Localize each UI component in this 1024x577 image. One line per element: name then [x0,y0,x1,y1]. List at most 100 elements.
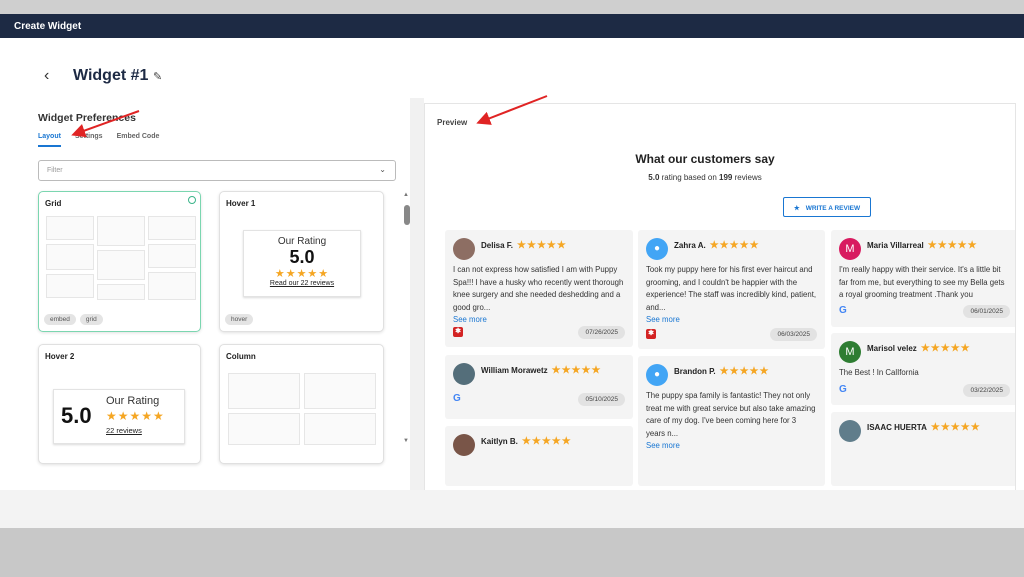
star-rating: ★★★★★ [274,268,330,280]
review-card: ● Zahra A. ★★★★★ Took my puppy here for h… [638,230,825,349]
rating-label: Our Rating [277,236,327,247]
thumbnail-review [46,216,94,240]
review-text: I'm really happy with their service. It'… [839,265,1005,299]
rating-badge-preview: 5.0 Our Rating ★★★★★ 22 reviews [53,389,185,444]
star-rating: ★★★★★ [106,409,165,423]
see-more-link[interactable]: See more [646,315,680,324]
review-date: 07/26/2025 [578,326,625,339]
filter-select[interactable]: Filter ⌄ [38,160,396,181]
yelp-icon: ✱ [646,329,656,339]
google-icon: G [839,305,847,316]
avatar [453,363,475,385]
panel-divider [410,98,424,490]
thumbnail-review [304,373,376,409]
tab-embed-code[interactable]: Embed Code [117,133,160,147]
rating-summary: 5.0 rating based on 199 reviews [425,173,985,182]
thumbnail-review [148,216,196,240]
review-date: 06/01/2025 [963,305,1010,318]
thumbnail-review [148,272,196,300]
yelp-icon: ✱ [453,327,463,337]
app-title: Create Widget [14,21,82,32]
thumbnail-review [46,244,94,270]
edit-pencil-icon[interactable]: ✎ [153,70,162,83]
preview-heading: What our customers say [635,152,775,166]
chevron-down-icon: ⌄ [379,165,386,174]
review-text: Took my puppy here for his first ever ha… [646,265,817,312]
review-card: Kaitlyn B. ★★★★★ [445,426,633,486]
reviewer-name: Maria Villarreal [867,241,924,250]
review-stars: ★★★★★ [719,366,770,377]
see-more-link[interactable]: See more [646,441,680,450]
review-card: ISAAC HUERTA ★★★★★ [831,412,1015,486]
reviewer-name: Marisol velez [867,344,917,353]
review-stars: ★★★★★ [551,365,602,376]
back-arrow-icon[interactable]: ‹ [44,67,49,85]
thumbnail-review [97,284,145,300]
summary-count: 199 [719,173,733,182]
selected-check-icon [188,196,196,204]
scroll-down-icon[interactable]: ▼ [403,438,409,444]
scroll-up-icon[interactable]: ▲ [403,192,409,198]
layout-card-title: Column [226,352,256,361]
tag-chip: embed [44,314,76,325]
thumbnail-review [46,274,94,298]
layout-card-grid[interactable]: Grid embed grid [38,191,201,332]
thumbnail-review [97,216,145,246]
layout-card-hover-2[interactable]: Hover 2 5.0 Our Rating ★★★★★ 22 reviews [38,344,201,464]
widget-title: Widget #1 [73,67,149,84]
thumbnail-review [228,413,300,445]
tab-layout[interactable]: Layout [38,133,61,147]
write-review-label: WRITE A REVIEW [805,205,861,212]
rating-label: Our Rating [106,395,160,407]
review-text: I can not express how satisfied I am wit… [453,265,624,312]
avatar: M [839,238,861,260]
star-icon: ★ [793,205,800,212]
layout-card-column[interactable]: Column [219,344,384,464]
reviewer-name: Kaitlyn B. [481,437,518,446]
review-stars: ★★★★★ [709,240,760,251]
review-stars: ★★★★★ [930,422,981,433]
summary-tail: reviews [734,173,762,182]
rating-value: 5.0 [289,247,315,267]
thumbnail-review [97,250,145,280]
tab-settings[interactable]: Settings [75,133,103,147]
review-date: 03/22/2025 [963,384,1010,397]
rating-badge-preview: Our Rating 5.0 ★★★★★ Read our 22 reviews [243,230,361,297]
reviews-link: 22 reviews [106,426,142,435]
thumbnail-review [304,413,376,445]
layout-card-title: Hover 1 [226,199,256,208]
review-stars: ★★★★★ [927,240,978,251]
reviewer-name: Zahra A. [674,241,706,250]
google-icon: G [453,393,461,404]
footer-strip [0,490,1024,528]
reviewer-name: ISAAC HUERTA [867,423,927,432]
avatar: M [839,341,861,363]
review-card: ● Brandon P. ★★★★★ The puppy spa family i… [638,356,825,486]
main-area: ‹ Widget #1 ✎ Widget Preferences Layout … [0,38,1024,491]
avatar: ● [646,238,668,260]
reviews-link: Read our 22 reviews [269,280,335,287]
see-more-link[interactable]: See more [453,315,487,324]
review-stars: ★★★★★ [521,436,572,447]
review-card: M Marisol velez ★★★★★ The Best ! In CalIf… [831,333,1015,405]
layout-card-hover-1[interactable]: Hover 1 Our Rating 5.0 ★★★★★ Read our 22… [219,191,384,332]
preview-label: Preview [437,118,468,127]
preview-panel: Preview What our customers say 5.0 ratin… [424,103,1016,491]
write-review-button[interactable]: ★ WRITE A REVIEW [783,197,871,217]
app-header: Create Widget [0,14,1024,38]
avatar [453,238,475,260]
filter-placeholder: Filter [47,167,63,174]
review-stars: ★★★★★ [517,240,567,251]
review-text: The puppy spa family is fantastic! They … [646,391,816,438]
review-date: 05/10/2025 [578,393,625,406]
thumbnail-review [148,244,196,268]
review-stars: ★★★★★ [920,343,971,354]
google-icon: G [839,384,847,395]
layout-card-title: Hover 2 [45,352,75,361]
thumbnail-review [228,373,300,409]
rating-value: 5.0 [61,403,92,428]
reviewer-name: Brandon P. [674,367,716,376]
reviewer-name: William Morawetz [481,366,548,375]
reviewer-name: Delisa F. [481,241,514,250]
review-card: William Morawetz ★★★★★ G 05/10/2025 [445,355,633,419]
